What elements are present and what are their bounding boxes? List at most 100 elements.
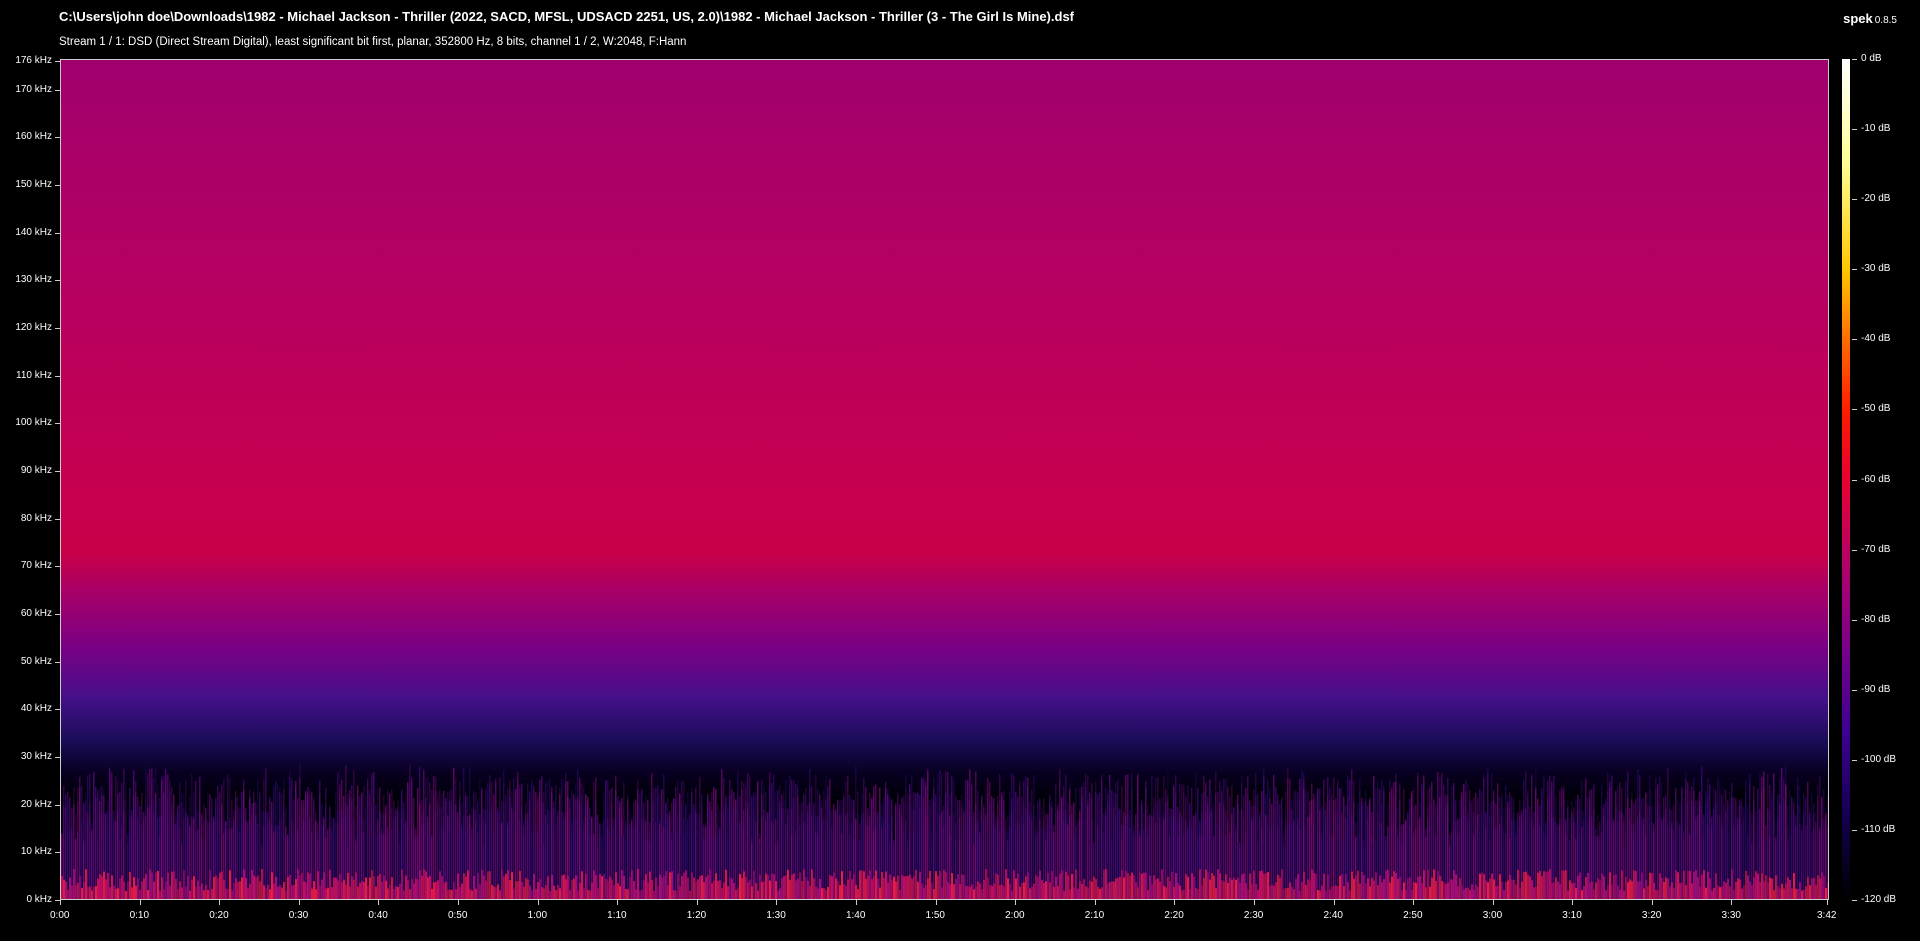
spectrum-streak: [627, 799, 629, 899]
spectrum-bass-energy: [1057, 885, 1059, 899]
spectrum-bass-energy: [1373, 880, 1375, 899]
spectrum-streak: [1741, 802, 1743, 899]
spectrum-bass-energy: [529, 885, 531, 899]
spectrum-bass-energy: [435, 882, 437, 899]
spectrum-streak: [1791, 796, 1793, 899]
spectrum-bass-energy: [1233, 877, 1235, 899]
spectrum-bass-energy: [831, 876, 833, 899]
spectrum-bass-energy: [507, 870, 509, 899]
spectrum-streak: [1795, 818, 1797, 899]
spectrum-bass-energy: [1751, 884, 1753, 899]
time-tick: [1731, 900, 1733, 905]
time-tick-label: 0:30: [288, 910, 309, 921]
frequency-tick: [55, 184, 60, 186]
spectrum-streak: [91, 837, 93, 899]
spectrum-bass-energy: [433, 882, 435, 899]
spectrum-bass-energy: [1793, 873, 1795, 899]
spectrum-bass-energy: [1335, 885, 1337, 899]
time-tick: [776, 900, 778, 905]
spectrum-bass-energy: [611, 879, 613, 899]
spectrum-streak: [1729, 791, 1731, 899]
spectrum-bass-energy: [819, 879, 821, 899]
spectrum-bass-energy: [595, 875, 597, 899]
spectrum-bass-energy: [1027, 872, 1029, 899]
spectrum-bass-energy: [585, 873, 587, 899]
spectrum-bass-energy: [1297, 874, 1299, 899]
spectrum-bass-energy: [1749, 881, 1751, 899]
spectrum-bass-energy: [1435, 880, 1437, 899]
spectrum-bass-energy: [317, 871, 319, 899]
spectrum-bass-energy: [1709, 878, 1711, 899]
spectrum-bass-energy: [257, 875, 259, 899]
spectrum-bass-energy: [735, 889, 737, 899]
spectrum-bass-energy: [1183, 889, 1185, 899]
spectrum-streak: [1255, 773, 1257, 899]
spectrum-bass-energy: [451, 889, 453, 899]
spectrum-bass-energy: [1065, 871, 1067, 899]
spectrum-bass-energy: [977, 881, 979, 899]
spectrogram[interactable]: [60, 59, 1829, 900]
spectrum-bass-energy: [957, 873, 959, 899]
spectrum-bass-energy: [1719, 887, 1721, 899]
spectrum-streak: [1019, 781, 1021, 899]
spectrum-bass-energy: [325, 888, 327, 899]
spectrum-bass-energy: [413, 883, 415, 899]
spectrum-bass-energy: [1091, 881, 1093, 899]
spectrum-bass-energy: [175, 878, 177, 899]
spectrum-bass-energy: [849, 871, 851, 899]
spectrum-bass-energy: [877, 878, 879, 899]
spectrum-bass-energy: [1809, 885, 1811, 899]
spectrum-bass-energy: [1127, 873, 1129, 899]
spectrum-streak: [543, 791, 545, 899]
spectrum-streak: [1195, 815, 1197, 899]
spectrum-bass-energy: [1101, 887, 1103, 899]
spectrum-streak: [981, 822, 983, 899]
spectrum-bass-energy: [135, 885, 137, 899]
spectrum-streak: [1797, 805, 1799, 899]
spectrum-bass-energy: [243, 869, 245, 899]
spectrum-streak: [1467, 811, 1469, 899]
spectrum-streak: [1411, 793, 1413, 899]
spectrum-streak: [1101, 774, 1103, 899]
spectrum-bass-energy: [1461, 885, 1463, 899]
spectrum-bass-energy: [887, 882, 889, 899]
spectrum-bass-energy: [1463, 889, 1465, 899]
spectrum-bass-energy: [1459, 878, 1461, 899]
spectrum-bass-energy: [517, 881, 519, 899]
spectrum-bass-energy: [341, 882, 343, 899]
frequency-tick-label: 120 kHz: [15, 321, 52, 333]
spectrum-bass-energy: [1061, 870, 1063, 899]
spectrum-streak: [1273, 774, 1275, 899]
spectrum-bass-energy: [429, 875, 431, 899]
spectrum-bass-energy: [1723, 881, 1725, 899]
stream-info: Stream 1 / 1: DSD (Direct Stream Digital…: [59, 36, 687, 48]
spectrum-bass-energy: [1691, 883, 1693, 899]
spectrum-bass-energy: [1187, 876, 1189, 899]
spectrum-bass-energy: [463, 873, 465, 899]
spectrum-bass-energy: [1573, 882, 1575, 899]
spectrum-bass-energy: [703, 882, 705, 899]
db-tick: [1852, 549, 1857, 551]
spectrum-streak: [1779, 803, 1781, 899]
time-tick-label: 0:00: [50, 910, 70, 921]
time-tick-label: 2:10: [1084, 910, 1105, 921]
spectrum-bass-energy: [1747, 875, 1749, 899]
frequency-tick-label: 140 kHz: [15, 226, 52, 238]
spectrum-bass-energy: [385, 880, 387, 899]
spectrum-bass-energy: [1035, 875, 1037, 899]
spectrum-streak: [587, 796, 589, 899]
spectrum-bass-energy: [1813, 877, 1815, 899]
spectrum-bass-energy: [1173, 886, 1175, 899]
spectrum-bass-energy: [635, 889, 637, 899]
spectrum-bass-energy: [1659, 873, 1661, 899]
spectrum-bass-energy: [1153, 875, 1155, 899]
spectrum-bass-energy: [963, 875, 965, 899]
frequency-tick-label: 10 kHz: [20, 846, 52, 858]
spectrum-bass-energy: [1069, 889, 1071, 899]
spectrum-bass-energy: [187, 875, 189, 899]
db-tick: [1852, 900, 1857, 901]
spectrum-bass-energy: [113, 885, 115, 899]
spectrum-streak: [1305, 784, 1307, 899]
spectrum-bass-energy: [61, 875, 63, 899]
spectrum-bass-energy: [975, 886, 977, 899]
